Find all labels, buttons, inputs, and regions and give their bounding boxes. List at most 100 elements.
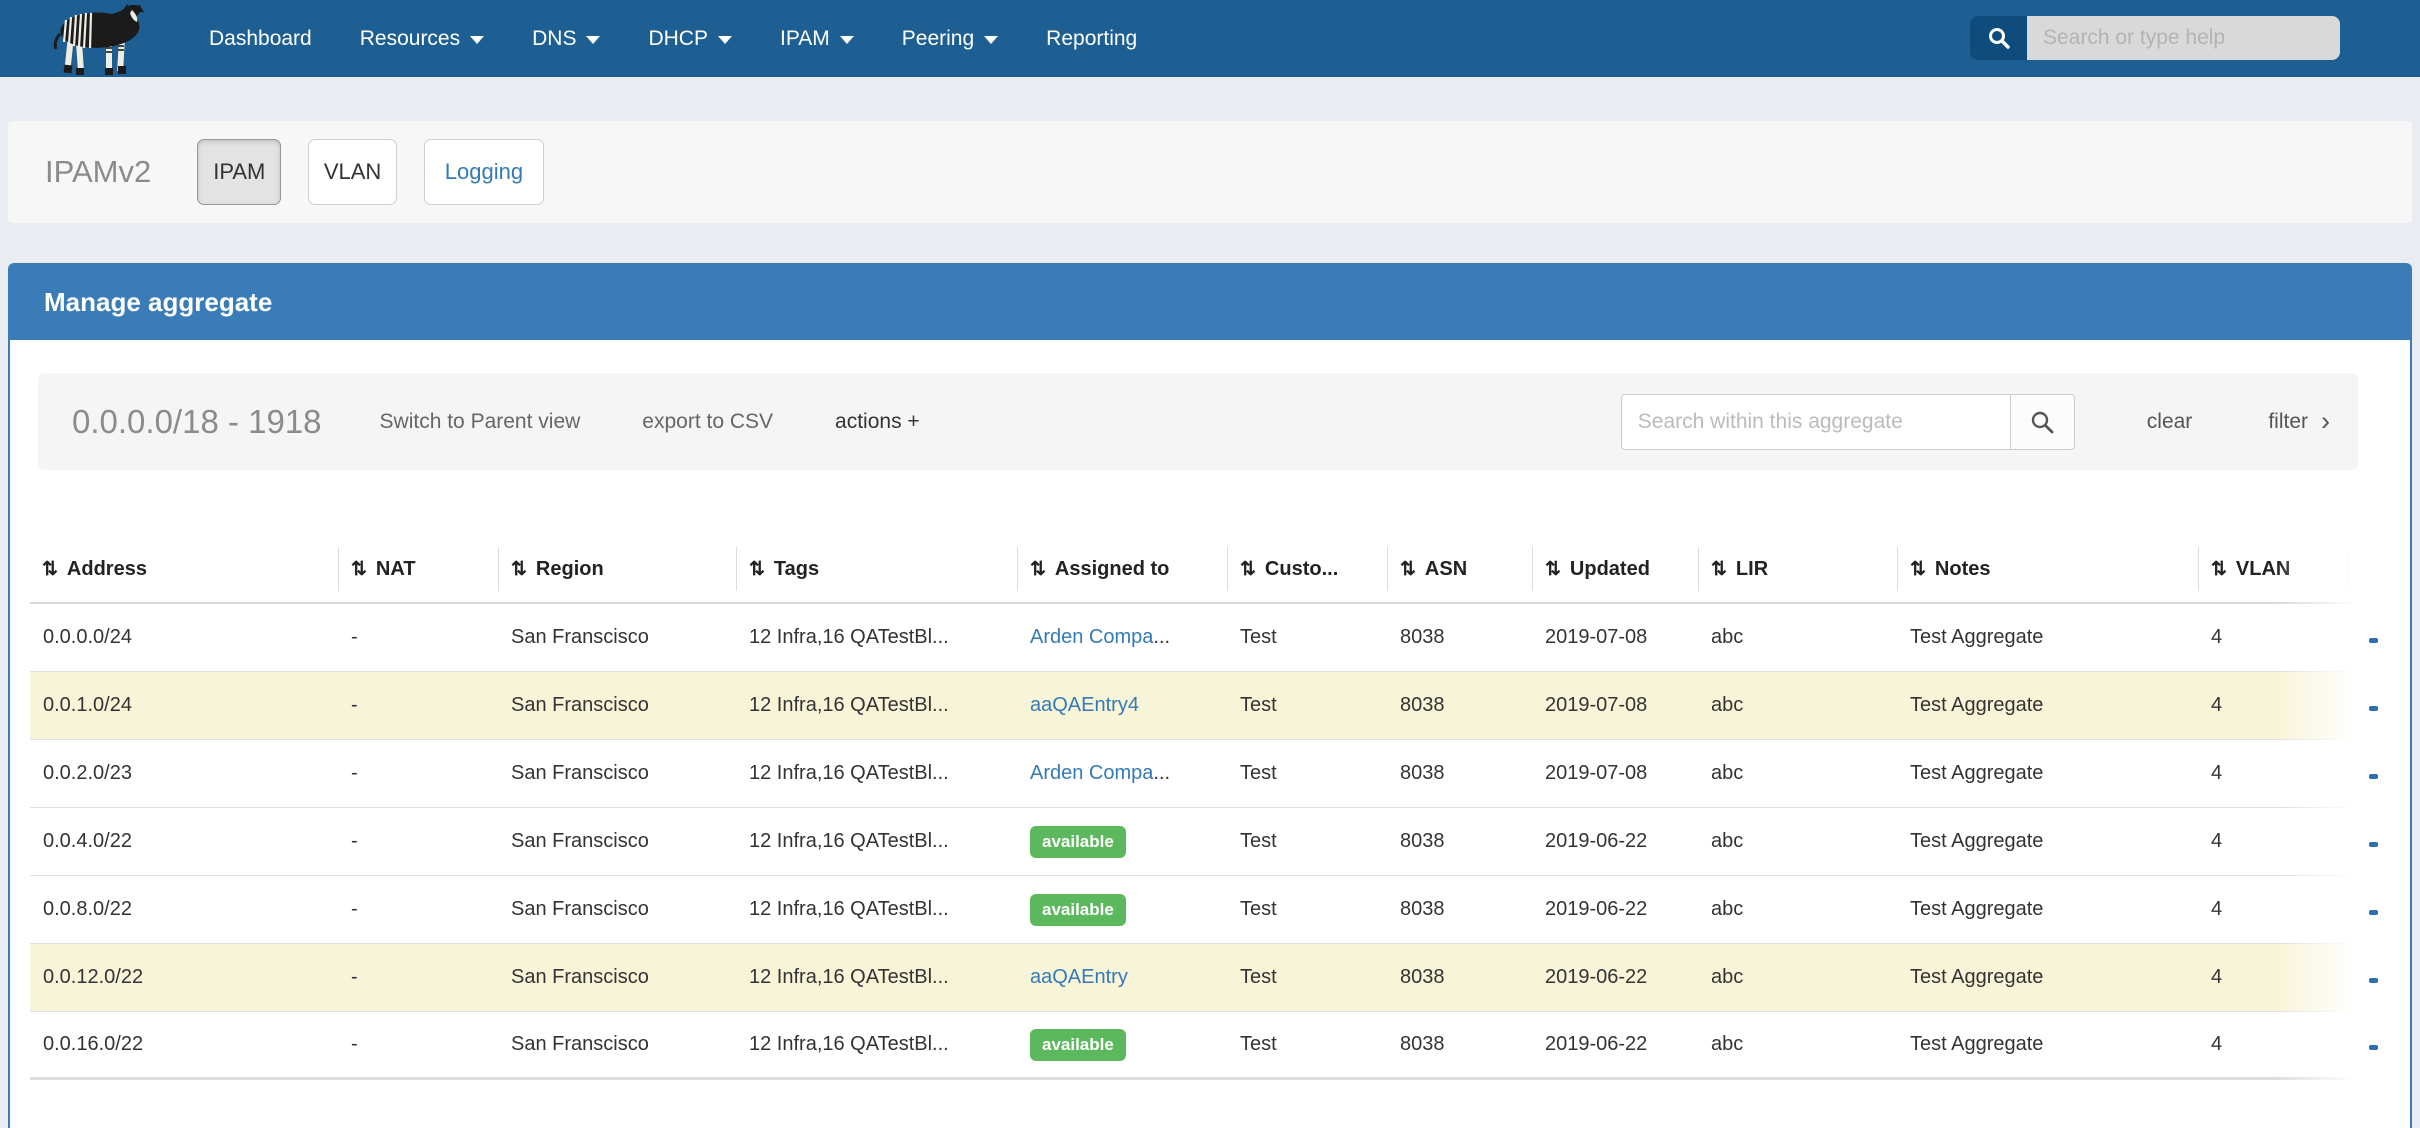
column-header-label: Tags bbox=[774, 558, 819, 581]
nav-item-label: Dashboard bbox=[209, 27, 312, 51]
column-header-address[interactable]: ⇅ Address bbox=[30, 547, 338, 591]
chevron-down-icon bbox=[840, 36, 854, 44]
cell-address: 0.0.0.0/24 bbox=[30, 626, 338, 649]
column-header-lir[interactable]: ⇅ LIR bbox=[1698, 547, 1897, 591]
tab-ipam[interactable]: IPAM bbox=[197, 139, 281, 205]
status-badge-available: available bbox=[1030, 826, 1126, 858]
cell-assigned-to: available bbox=[1017, 826, 1227, 858]
cell-tags: 12 Infra,16 QATestBl... bbox=[736, 694, 1017, 717]
cell-vlan: 4 bbox=[2198, 762, 2348, 785]
table-row: 0.0.4.0/22 - San Franscisco 12 Infra,16 … bbox=[30, 808, 2378, 876]
cell-nat: - bbox=[338, 694, 498, 717]
row-edge-link-fragment bbox=[2369, 774, 2378, 779]
global-search bbox=[1970, 16, 2340, 60]
cell-updated: 2019-07-08 bbox=[1532, 762, 1698, 785]
column-header-label: LIR bbox=[1736, 558, 1768, 581]
cell-notes: Test Aggregate bbox=[1897, 762, 2198, 785]
assigned-to-link[interactable]: Arden Compa bbox=[1030, 762, 1153, 784]
truncation-ellipsis: ... bbox=[1153, 626, 1170, 648]
chevron-down-icon bbox=[586, 36, 600, 44]
cell-edge bbox=[2348, 830, 2378, 853]
tab-vlan[interactable]: VLAN bbox=[308, 139, 397, 205]
cell-tags: 12 Infra,16 QATestBl... bbox=[736, 830, 1017, 853]
column-header-asn[interactable]: ⇅ ASN bbox=[1387, 547, 1532, 591]
column-header-region[interactable]: ⇅ Region bbox=[498, 547, 736, 591]
cell-asn: 8038 bbox=[1387, 1033, 1532, 1056]
cell-tags: 12 Infra,16 QATestBl... bbox=[736, 1033, 1017, 1056]
sort-icon: ⇅ bbox=[2211, 558, 2227, 581]
global-search-button[interactable] bbox=[1970, 16, 2027, 60]
aggregate-search-input[interactable] bbox=[1621, 394, 2011, 450]
cell-notes: Test Aggregate bbox=[1897, 1033, 2198, 1056]
actions-menu[interactable]: actions + bbox=[835, 410, 920, 434]
nav-item-dns[interactable]: DNS bbox=[508, 27, 624, 51]
assigned-to-link[interactable]: aaQAEntry4 bbox=[1030, 694, 1139, 716]
cell-assigned-to: aaQAEntry bbox=[1017, 966, 1227, 989]
nav-item-label: Peering bbox=[902, 27, 974, 51]
column-header-custo[interactable]: ⇅ Custo... bbox=[1227, 547, 1387, 591]
cell-region: San Franscisco bbox=[498, 898, 736, 921]
column-header-tags[interactable]: ⇅ Tags bbox=[736, 547, 1017, 591]
table-row: 0.0.2.0/23 - San Franscisco 12 Infra,16 … bbox=[30, 740, 2378, 808]
aggregate-label: 0.0.0.0/18 - 1918 bbox=[72, 403, 322, 441]
nav-item-peering[interactable]: Peering bbox=[878, 27, 1022, 51]
column-header-updated[interactable]: ⇅ Updated bbox=[1532, 547, 1698, 591]
search-icon bbox=[2029, 409, 2055, 435]
cell-vlan: 4 bbox=[2198, 626, 2348, 649]
cell-region: San Franscisco bbox=[498, 626, 736, 649]
switch-parent-view-link[interactable]: Switch to Parent view bbox=[380, 410, 581, 434]
filter-link[interactable]: filter › bbox=[2268, 408, 2330, 435]
sort-icon: ⇅ bbox=[42, 558, 58, 581]
nav-item-dhcp[interactable]: DHCP bbox=[624, 27, 756, 51]
column-header-label: ASN bbox=[1425, 558, 1467, 581]
cell-notes: Test Aggregate bbox=[1897, 694, 2198, 717]
sort-icon: ⇅ bbox=[1030, 558, 1046, 581]
cell-edge bbox=[2348, 966, 2378, 989]
nav-item-dashboard[interactable]: Dashboard bbox=[185, 27, 336, 51]
cell-updated: 2019-06-22 bbox=[1532, 898, 1698, 921]
search-icon bbox=[1987, 26, 2011, 50]
cell-nat: - bbox=[338, 762, 498, 785]
column-header-notes[interactable]: ⇅ Notes bbox=[1897, 547, 2198, 591]
cell-region: San Franscisco bbox=[498, 1033, 736, 1056]
cell-edge bbox=[2348, 694, 2378, 717]
nav-item-label: IPAM bbox=[780, 27, 830, 51]
cell-edge bbox=[2348, 1033, 2378, 1056]
cell-customer: Test bbox=[1227, 966, 1387, 989]
column-header-nat[interactable]: ⇅ NAT bbox=[338, 547, 498, 591]
cell-vlan: 4 bbox=[2198, 830, 2348, 853]
cell-nat: - bbox=[338, 830, 498, 853]
cell-address: 0.0.16.0/22 bbox=[30, 1033, 338, 1056]
nav-item-reporting[interactable]: Reporting bbox=[1022, 27, 1161, 51]
cell-notes: Test Aggregate bbox=[1897, 830, 2198, 853]
cell-address: 0.0.8.0/22 bbox=[30, 898, 338, 921]
column-header-label: Updated bbox=[1570, 558, 1650, 581]
aggregate-search-button[interactable] bbox=[2011, 394, 2075, 450]
row-edge-link-fragment bbox=[2369, 978, 2378, 983]
row-edge-link-fragment bbox=[2369, 842, 2378, 847]
cell-assigned-to: Arden Compa... bbox=[1017, 762, 1227, 785]
chevron-right-icon: › bbox=[2321, 408, 2330, 435]
okapi-logo[interactable] bbox=[44, 2, 150, 76]
clear-link[interactable]: clear bbox=[2147, 410, 2193, 434]
nav-item-label: Resources bbox=[360, 27, 460, 51]
cell-lir: abc bbox=[1698, 830, 1897, 853]
cell-assigned-to: available bbox=[1017, 894, 1227, 926]
assigned-to-link[interactable]: aaQAEntry bbox=[1030, 966, 1128, 988]
cell-lir: abc bbox=[1698, 898, 1897, 921]
column-header-stub bbox=[2348, 547, 2378, 591]
column-header-assignedto[interactable]: ⇅ Assigned to bbox=[1017, 547, 1227, 591]
assigned-to-link[interactable]: Arden Compa bbox=[1030, 626, 1153, 648]
column-header-vlan[interactable]: ⇅ VLAN bbox=[2198, 547, 2348, 591]
export-csv-link[interactable]: export to CSV bbox=[642, 410, 773, 434]
global-search-input[interactable] bbox=[2027, 16, 2340, 60]
tab-logging[interactable]: Logging bbox=[424, 139, 544, 205]
cell-notes: Test Aggregate bbox=[1897, 898, 2198, 921]
nav-item-ipam[interactable]: IPAM bbox=[756, 27, 878, 51]
cell-tags: 12 Infra,16 QATestBl... bbox=[736, 898, 1017, 921]
cell-assigned-to: aaQAEntry4 bbox=[1017, 694, 1227, 717]
panel-heading: Manage aggregate bbox=[10, 265, 2410, 340]
nav-item-resources[interactable]: Resources bbox=[336, 27, 508, 51]
cell-address: 0.0.4.0/22 bbox=[30, 830, 338, 853]
main-menu: Dashboard Resources DNS DHCP IPAM Peerin… bbox=[185, 0, 1161, 77]
